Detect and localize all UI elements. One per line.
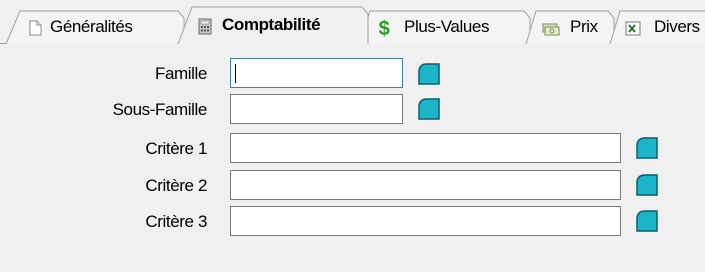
critere2-label: Critère 2 bbox=[145, 176, 207, 195]
famille-label: Famille bbox=[155, 64, 207, 83]
critere1-input[interactable] bbox=[230, 133, 621, 163]
dollar-icon: $ bbox=[379, 18, 390, 37]
critere3-row: Critère 3 bbox=[0, 206, 207, 236]
sous-famille-lookup-icon[interactable] bbox=[418, 98, 440, 120]
critere1-row: Critère 1 bbox=[0, 133, 207, 163]
excel-icon bbox=[625, 21, 641, 36]
critere3-lookup-icon[interactable] bbox=[636, 210, 658, 232]
critere3-label: Critère 3 bbox=[145, 212, 207, 231]
tab-divers[interactable]: Divers bbox=[609, 10, 705, 45]
tab-generalites-label: Généralités bbox=[50, 17, 133, 36]
critere1-lookup-icon[interactable] bbox=[636, 137, 658, 159]
tab-divers-label: Divers bbox=[654, 17, 700, 36]
tab-plus-values[interactable]: $ Plus-Values bbox=[359, 10, 531, 45]
calculator-icon bbox=[198, 18, 212, 35]
famille-input[interactable] bbox=[230, 58, 403, 88]
critere2-lookup-icon[interactable] bbox=[636, 174, 658, 196]
money-bills-icon bbox=[542, 23, 560, 36]
tab-prix-label: Prix bbox=[570, 17, 598, 36]
tab-generalites[interactable]: Généralités bbox=[5, 10, 185, 45]
svg-text:$: $ bbox=[379, 18, 390, 37]
document-icon bbox=[29, 20, 42, 36]
critere2-row: Critère 2 bbox=[0, 170, 207, 200]
sous-famille-label: Sous-Famille bbox=[112, 100, 208, 119]
tab-comptabilite-label: Comptabilité bbox=[222, 15, 321, 34]
critere1-label: Critère 1 bbox=[145, 139, 207, 158]
tab-prix[interactable]: Prix bbox=[525, 10, 615, 45]
tab-strip: Généralités $ Plus-Values Prix Divers Co… bbox=[0, 0, 705, 45]
sous-famille-row: Sous-Famille bbox=[0, 94, 208, 124]
famille-row: Famille bbox=[0, 58, 207, 88]
text-caret bbox=[235, 64, 236, 83]
critere2-input[interactable] bbox=[230, 170, 621, 200]
famille-lookup-icon[interactable] bbox=[418, 63, 440, 85]
tab-plus-values-label: Plus-Values bbox=[404, 17, 490, 36]
sous-famille-input[interactable] bbox=[230, 94, 403, 124]
tab-comptabilite[interactable]: Comptabilité bbox=[177, 6, 369, 45]
critere3-input[interactable] bbox=[230, 206, 621, 236]
